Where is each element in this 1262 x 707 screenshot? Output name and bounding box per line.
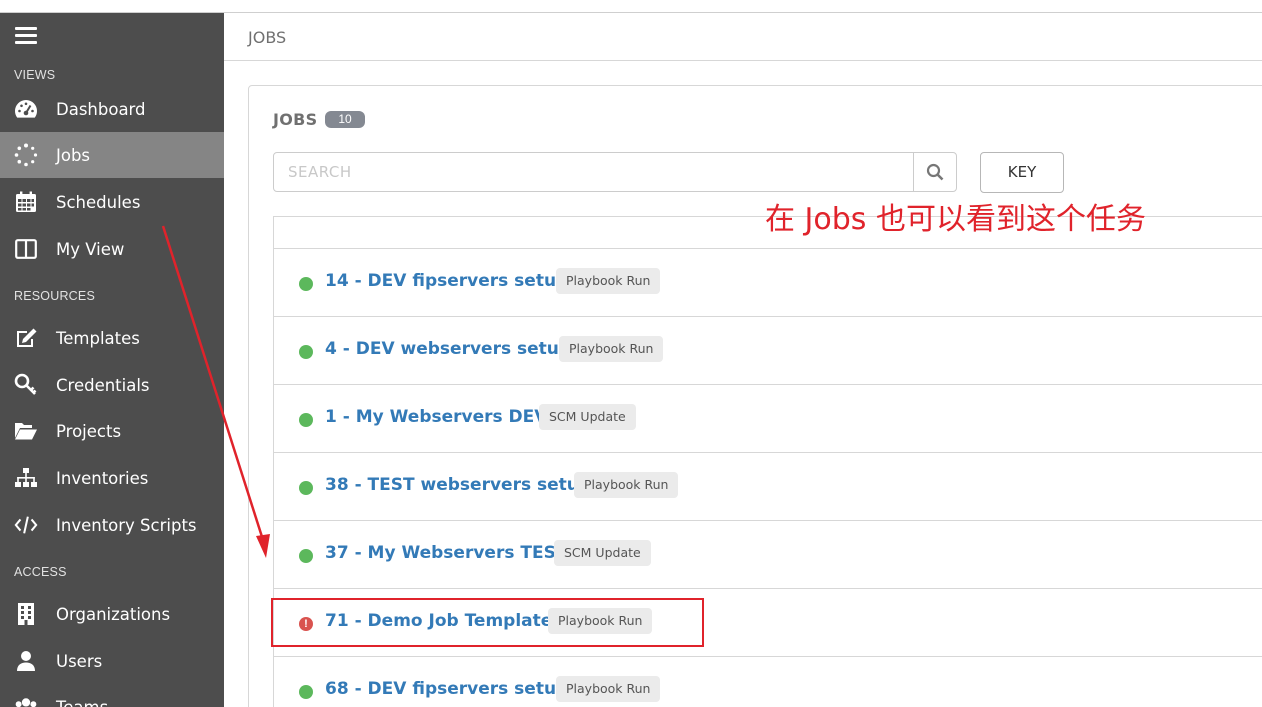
sidebar-item-inventory-scripts[interactable]: Inventory Scripts <box>0 502 224 548</box>
page-header: JOBS <box>224 13 1262 61</box>
sidebar-item-label: Templates <box>56 328 140 348</box>
calendar-icon <box>14 190 38 214</box>
sidebar-item-jobs[interactable]: Jobs <box>0 132 224 178</box>
edit-icon <box>14 326 38 350</box>
status-success-icon <box>299 685 313 699</box>
building-icon <box>14 602 38 626</box>
menu-toggle-icon[interactable] <box>15 27 37 45</box>
sidebar-item-credentials[interactable]: Credentials <box>0 362 224 408</box>
sidebar-item-label: Jobs <box>56 145 91 165</box>
sidebar-item-label: Schedules <box>56 192 141 212</box>
search-icon <box>926 163 944 181</box>
section-access-title: ACCESS <box>14 565 67 579</box>
sidebar-item-label: Inventories <box>56 468 149 488</box>
job-name-link[interactable]: 38 - TEST webservers setup <box>325 475 591 495</box>
status-success-icon <box>299 481 313 495</box>
dashboard-icon <box>14 97 38 121</box>
users-icon <box>14 695 38 707</box>
spinner-icon <box>14 143 38 167</box>
sitemap-icon <box>14 466 38 490</box>
status-success-icon <box>299 549 313 563</box>
sidebar-item-users[interactable]: Users <box>0 638 224 684</box>
list-item: 68 - DEV fipservers setup Playbook Run <box>274 657 1262 707</box>
job-type-badge: Playbook Run <box>574 472 679 498</box>
search-button[interactable] <box>913 153 956 191</box>
sidebar-item-projects[interactable]: Projects <box>0 408 224 454</box>
section-resources-title: RESOURCES <box>14 289 95 303</box>
sidebar-item-organizations[interactable]: Organizations <box>0 591 224 637</box>
sidebar-item-label: Inventory Scripts <box>56 515 197 535</box>
list-item: 4 - DEV webservers setup Playbook Run <box>274 317 1262 385</box>
jobs-count-badge: 10 <box>325 111 365 128</box>
breadcrumb: JOBS <box>248 28 287 47</box>
search-input[interactable] <box>274 153 914 191</box>
job-type-badge: SCM Update <box>539 404 636 430</box>
key-icon <box>14 373 38 397</box>
code-icon <box>14 513 38 537</box>
sidebar-item-label: Dashboard <box>56 99 146 119</box>
sidebar-item-label: My View <box>56 239 125 259</box>
key-button[interactable]: KEY <box>980 152 1064 193</box>
columns-icon <box>14 237 38 261</box>
sidebar-item-my-view[interactable]: My View <box>0 226 224 272</box>
list-item: 38 - TEST webservers setup Playbook Run <box>274 453 1262 521</box>
list-item: 1 - My Webservers DEV SCM Update <box>274 385 1262 453</box>
job-type-badge: Playbook Run <box>556 676 661 702</box>
panel-title: JOBS <box>273 110 318 129</box>
sidebar-item-label: Organizations <box>56 604 171 624</box>
section-views-title: VIEWS <box>14 68 56 82</box>
sidebar-item-templates[interactable]: Templates <box>0 315 224 361</box>
highlight-box <box>271 598 704 647</box>
list-item: 14 - DEV fipservers setup Playbook Run <box>274 249 1262 317</box>
list-item: 37 - My Webservers TEST SCM Update <box>274 521 1262 589</box>
search-box <box>273 152 957 192</box>
sidebar-item-label: Teams <box>56 697 109 707</box>
folder-open-icon <box>14 419 38 443</box>
sidebar-item-label: Credentials <box>56 375 150 395</box>
sidebar-item-teams[interactable]: Teams <box>0 684 224 707</box>
job-name-link[interactable]: 4 - DEV webservers setup <box>325 339 571 359</box>
job-name-link[interactable]: 14 - DEV fipservers setup <box>325 271 568 291</box>
job-type-badge: Playbook Run <box>556 268 661 294</box>
job-name-link[interactable]: 1 - My Webservers DEV <box>325 407 547 427</box>
status-success-icon <box>299 345 313 359</box>
job-name-link[interactable]: 68 - DEV fipservers setup <box>325 679 568 699</box>
sidebar-item-label: Projects <box>56 421 122 441</box>
annotation-text: 在 Jobs 也可以看到这个任务 <box>765 202 1146 237</box>
sidebar-item-schedules[interactable]: Schedules <box>0 179 224 225</box>
user-icon <box>14 649 38 673</box>
sidebar-item-dashboard[interactable]: Dashboard <box>0 86 224 132</box>
job-type-badge: SCM Update <box>554 540 651 566</box>
sidebar: VIEWS Dashboard Jobs Schedules My View R… <box>0 13 224 707</box>
sidebar-item-inventories[interactable]: Inventories <box>0 455 224 501</box>
sidebar-item-label: Users <box>56 651 103 671</box>
job-name-link[interactable]: 37 - My Webservers TEST <box>325 543 567 563</box>
job-type-badge: Playbook Run <box>559 336 664 362</box>
status-success-icon <box>299 413 313 427</box>
status-success-icon <box>299 277 313 291</box>
